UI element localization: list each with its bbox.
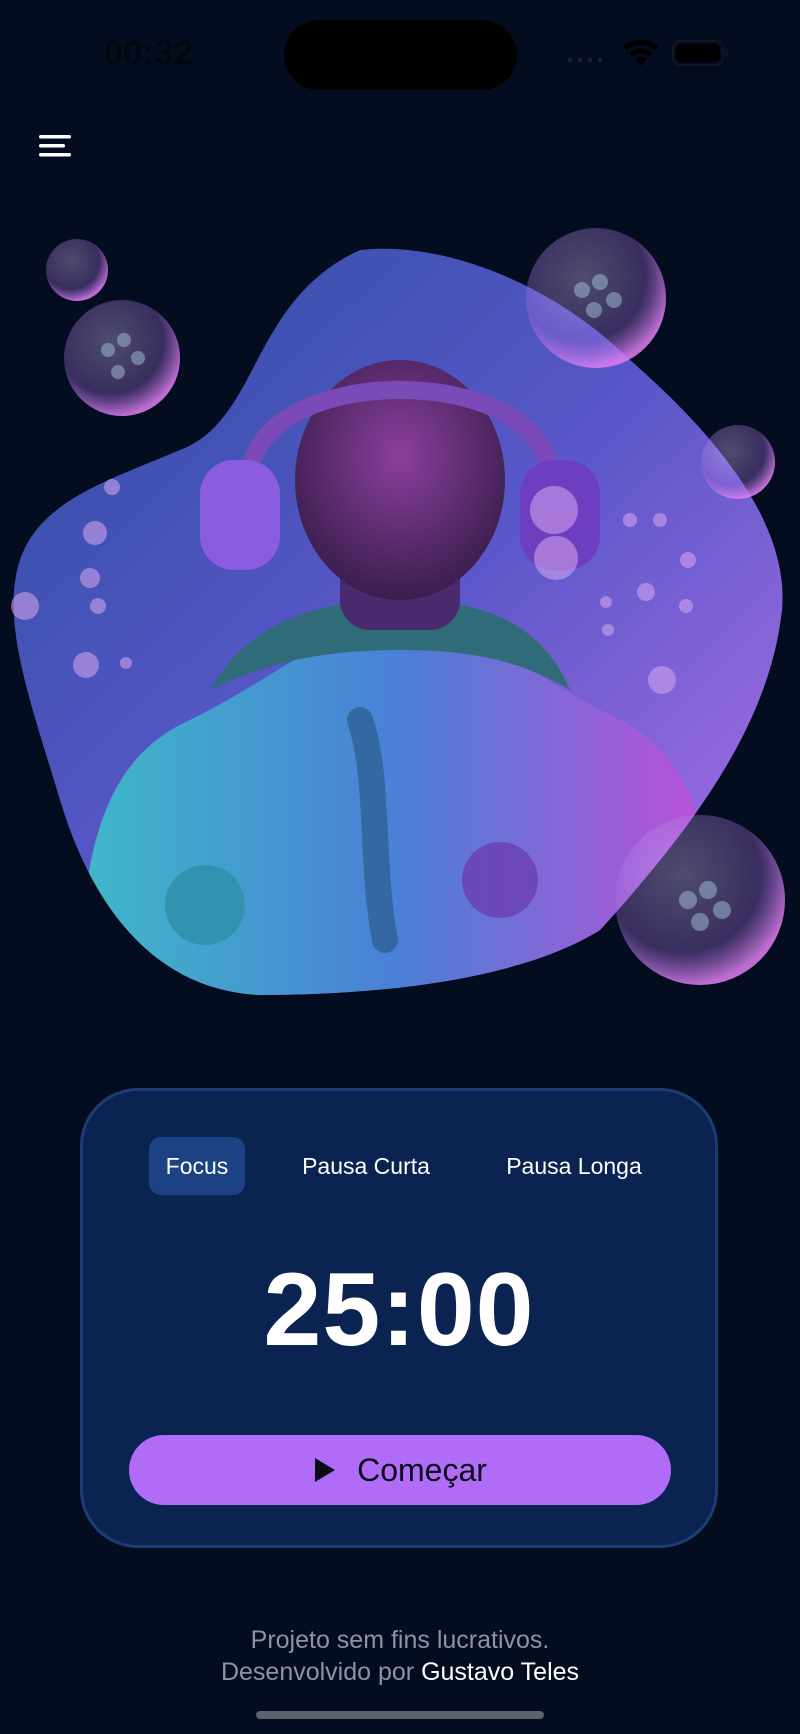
dynamic-island [284,20,517,90]
hero-artwork [11,228,785,995]
tab-pausa-longa[interactable]: Pausa Longa [481,1137,667,1195]
footer-line-2: Desenvolvido por Gustavo Teles [0,1656,800,1688]
tab-pausa-curta[interactable]: Pausa Curta [273,1137,459,1195]
menu-button[interactable] [30,120,82,172]
footer-author: Gustavo Teles [421,1658,580,1686]
battery-icon [672,40,728,66]
footer: Projeto sem fins lucrativos. Desenvolvid… [0,1624,800,1688]
timer-card: Focus Pausa Curta Pausa Longa 25:00 Come… [80,1088,718,1548]
play-icon [315,1458,336,1482]
timer-display: 25:00 [263,1252,535,1368]
mode-tabs: Focus Pausa Curta Pausa Longa [83,1137,715,1195]
status-time: 00:32 [104,34,194,72]
app-screen: 00:32 Focus Pausa Curta Pausa Longa 25:0… [0,0,800,1734]
start-button-label: Começar [357,1451,487,1488]
signal-icon [567,57,603,63]
footer-line-1: Projeto sem fins lucrativos. [250,1626,550,1654]
tab-focus[interactable]: Focus [149,1137,245,1195]
footer-credit-prefix: Desenvolvido por [220,1658,422,1686]
home-indicator [256,1711,544,1719]
hamburger-menu-icon [39,135,71,157]
start-button[interactable]: Começar [129,1435,671,1505]
wifi-icon [623,39,659,66]
